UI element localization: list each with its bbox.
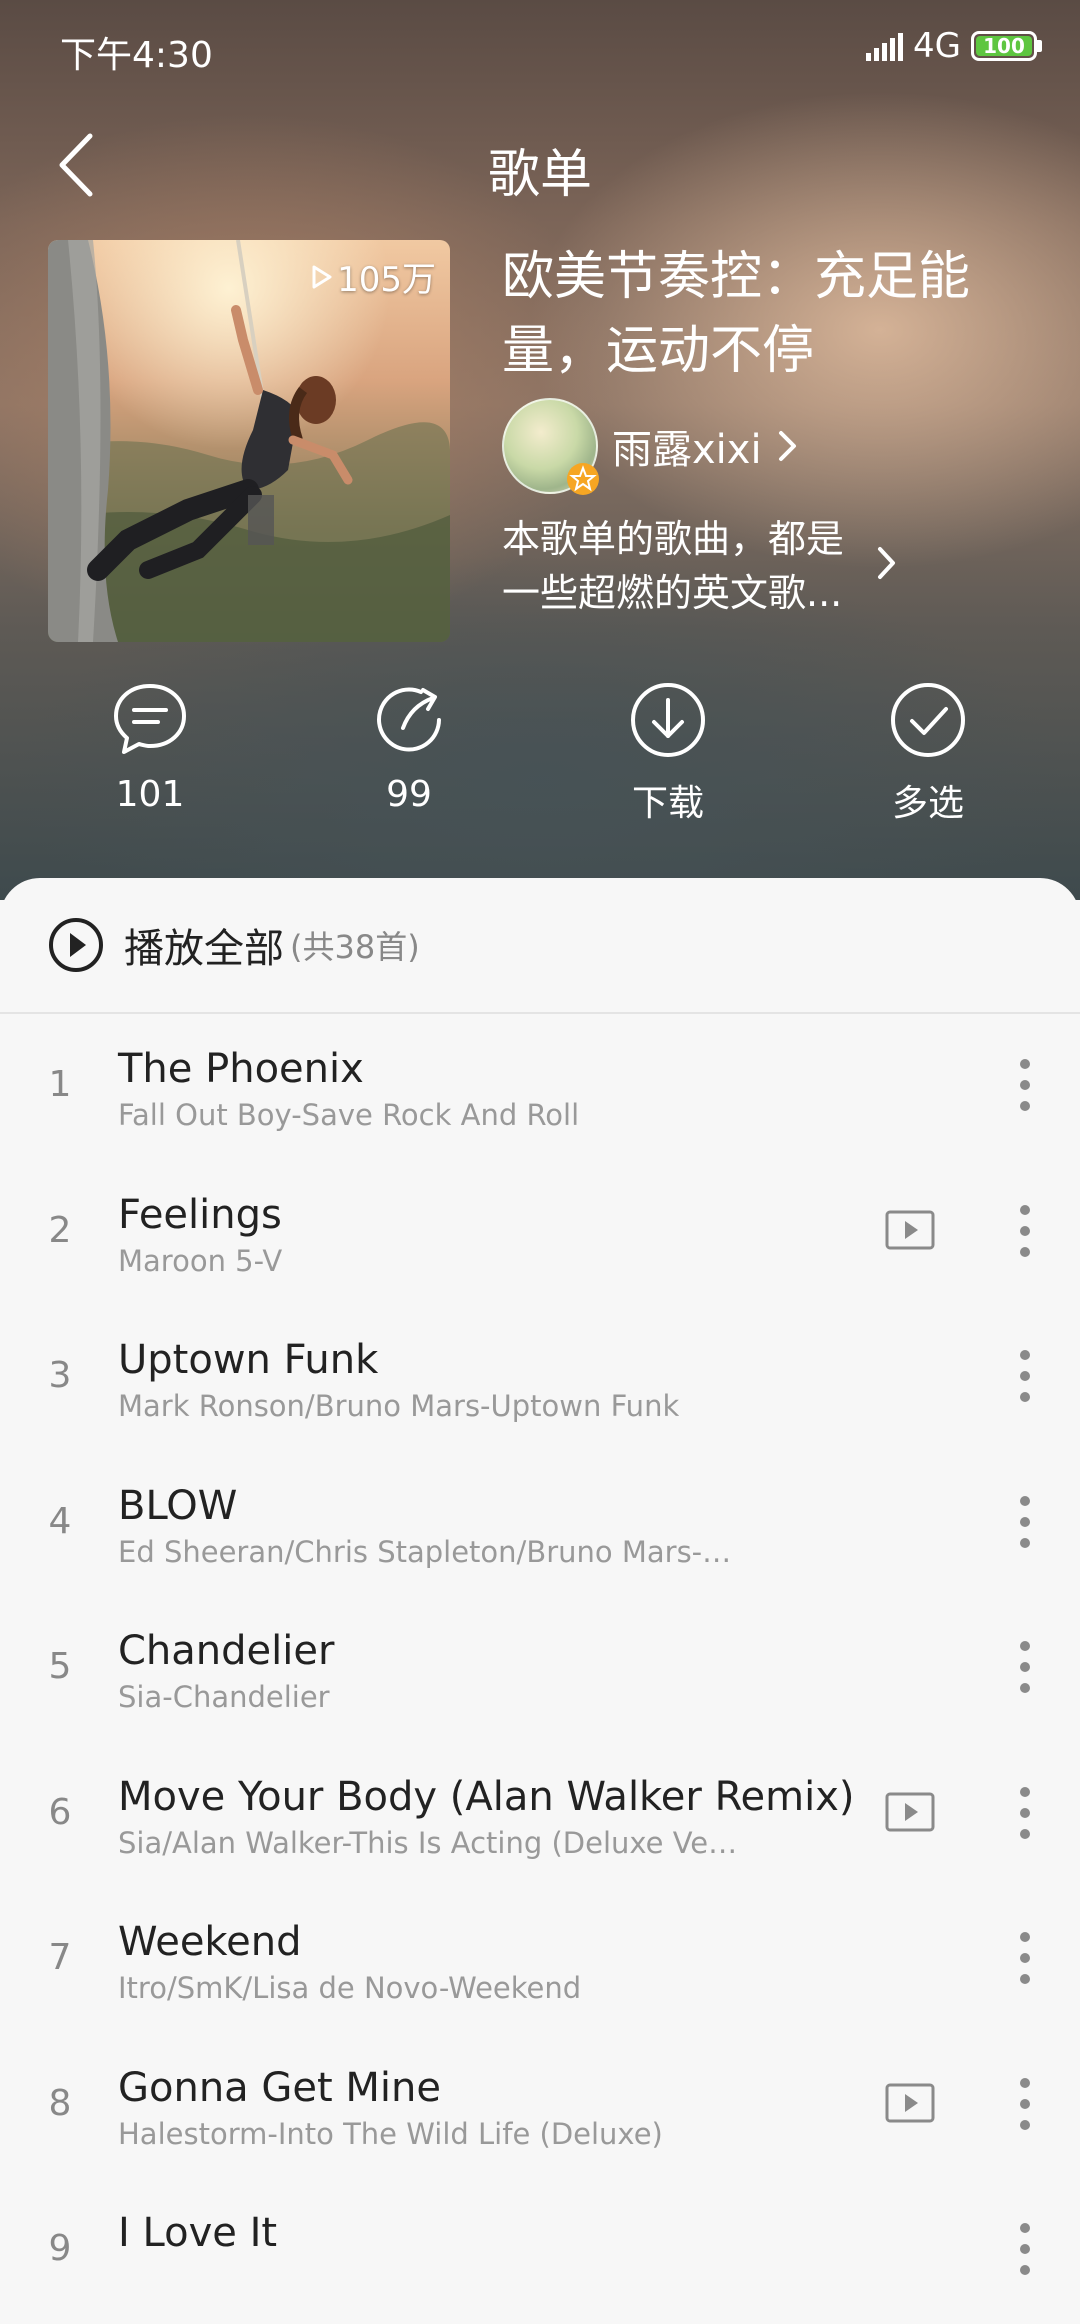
playlist-description[interactable]: 本歌单的歌曲，都是 一些超燃的英文歌...	[502, 512, 842, 620]
mv-play-icon[interactable]	[884, 2081, 936, 2125]
song-row[interactable]: 9 I Love It	[0, 2178, 1080, 2324]
play-circle-icon	[49, 918, 103, 972]
play-triangle-icon	[312, 265, 332, 288]
song-row[interactable]: 8 Gonna Get Mine Halestorm-Into The Wild L…	[0, 2033, 1080, 2179]
song-title: Move Your Body (Alan Walker Remix)	[118, 1773, 855, 1820]
play-all-label: 播放全部	[124, 926, 284, 972]
song-index: 6	[48, 1791, 72, 1833]
description-line2: 一些超燃的英文歌...	[502, 571, 842, 615]
song-row[interactable]: 4 BLOW Ed Sheeran/Chris Stapleton/Bruno Ma…	[0, 1451, 1080, 1597]
song-row[interactable]: 2 Feelings Maroon 5-V	[0, 1160, 1080, 1306]
avatar[interactable]	[502, 398, 599, 495]
status-indicators: 4G 100	[866, 26, 1042, 66]
song-artist-album: Sia-Chandelier	[118, 1680, 330, 1714]
song-index: 4	[48, 1500, 72, 1542]
multi-select-button[interactable]: 多选	[828, 680, 1028, 826]
playlist-title-line2: 量，运动不停	[502, 321, 815, 381]
more-options-icon[interactable]	[1010, 1636, 1040, 1698]
song-index: 8	[48, 2082, 72, 2124]
multi-select-icon	[891, 683, 965, 757]
more-options-icon[interactable]	[1010, 1491, 1040, 1553]
creator-row[interactable]: 雨露xixi	[502, 398, 800, 495]
song-title: I Love It	[118, 2210, 278, 2256]
creator-name[interactable]: 雨露xixi	[612, 417, 762, 475]
status-time: 下午4:30	[60, 35, 213, 76]
more-options-icon[interactable]	[1010, 1345, 1040, 1407]
download-icon	[631, 683, 705, 757]
more-options-icon[interactable]	[1010, 2218, 1040, 2280]
song-list-panel: 播放全部 (共38首) 1 The Phoenix Fall Out Boy-Sav…	[0, 878, 1080, 2275]
song-title: BLOW	[118, 1482, 238, 1529]
song-title: Weekend	[118, 1919, 302, 1965]
song-index: 9	[48, 2228, 72, 2269]
song-index: 3	[48, 1355, 72, 1396]
playlist-title-line1: 欧美节奏控：充足能	[502, 247, 971, 307]
song-title: The Phoenix	[118, 1046, 364, 1092]
more-options-icon[interactable]	[1010, 1782, 1040, 1844]
battery-level: 100	[983, 34, 1025, 58]
multi-select-label: 多选	[891, 783, 964, 824]
network-label: 4G	[913, 26, 961, 66]
signal-icon	[866, 31, 904, 61]
song-title: Feelings	[118, 1191, 282, 1238]
mv-play-icon[interactable]	[884, 1790, 936, 1834]
download-label: 下载	[631, 783, 704, 824]
song-artist-album: Mark Ronson/Bruno Mars-Uptown Funk	[118, 1389, 680, 1423]
song-artist-album: Maroon 5-V	[118, 1243, 283, 1278]
song-title: Gonna Get Mine	[118, 2064, 441, 2111]
share-icon	[377, 687, 441, 752]
share-button[interactable]: 99	[309, 680, 509, 815]
description-chevron-icon[interactable]	[875, 543, 899, 583]
song-row[interactable]: 3 Uptown Funk Mark Ronson/Bruno Mars-Uptow…	[0, 1305, 1080, 1451]
comment-icon	[114, 684, 186, 754]
song-row[interactable]: 1 The Phoenix Fall Out Boy-Save Rock And R…	[0, 1014, 1080, 1160]
song-list: 1 The Phoenix Fall Out Boy-Save Rock And R…	[0, 1014, 1080, 2324]
song-index: 7	[48, 1937, 72, 1978]
song-artist-album: Itro/SmK/Lisa de Novo-Weekend	[118, 1971, 582, 2005]
song-row[interactable]: 6 Move Your Body (Alan Walker Remix) Sia/A…	[0, 1742, 1080, 1888]
playlist-cover-image[interactable]: 105万	[48, 240, 450, 642]
song-index: 1	[48, 1064, 72, 1105]
song-index: 5	[48, 1646, 72, 1687]
song-artist-album: Fall Out Boy-Save Rock And Roll	[118, 1098, 580, 1132]
more-options-icon[interactable]	[1010, 1200, 1040, 1262]
play-count: 105万	[311, 252, 436, 301]
song-row[interactable]: 5 Chandelier Sia-Chandelier	[0, 1596, 1080, 1742]
song-artist-album: Ed Sheeran/Chris Stapleton/Bruno Mars-No…	[118, 1534, 738, 1569]
battery-icon: 100	[971, 31, 1037, 61]
star-badge-icon	[567, 463, 599, 495]
song-artist-album: Sia/Alan Walker-This Is Acting (Deluxe V…	[118, 1825, 738, 1860]
play-count-value: 105万	[337, 260, 436, 300]
status-bar: 下午4:30 4G 100	[0, 0, 1080, 90]
download-button[interactable]: 下载	[568, 680, 768, 826]
comment-button[interactable]: 101	[50, 680, 250, 815]
play-all-count: (共38首)	[290, 928, 420, 966]
song-title: Chandelier	[118, 1628, 335, 1674]
share-count: 99	[386, 774, 432, 815]
action-bar: 101 99 下载 多选	[0, 680, 1080, 840]
comment-count: 101	[115, 774, 185, 815]
more-options-icon[interactable]	[1010, 1054, 1040, 1116]
more-options-icon[interactable]	[1010, 1927, 1040, 1989]
chevron-right-icon	[778, 431, 796, 461]
mv-play-icon[interactable]	[884, 1208, 936, 1252]
song-artist-album: Halestorm-Into The Wild Life (Deluxe)	[118, 2116, 663, 2151]
page-title: 歌单	[487, 145, 592, 205]
description-line1: 本歌单的歌曲，都是	[502, 517, 842, 561]
playlist-title: 欧美节奏控：充足能 量，运动不停	[502, 240, 1022, 388]
song-row[interactable]: 7 Weekend Itro/SmK/Lisa de Novo-Weekend	[0, 1887, 1080, 2033]
play-all-button[interactable]: 播放全部 (共38首)	[0, 878, 1080, 1014]
song-index: 2	[48, 1209, 72, 1251]
more-options-icon[interactable]	[1010, 2073, 1040, 2135]
song-title: Uptown Funk	[118, 1337, 379, 1383]
